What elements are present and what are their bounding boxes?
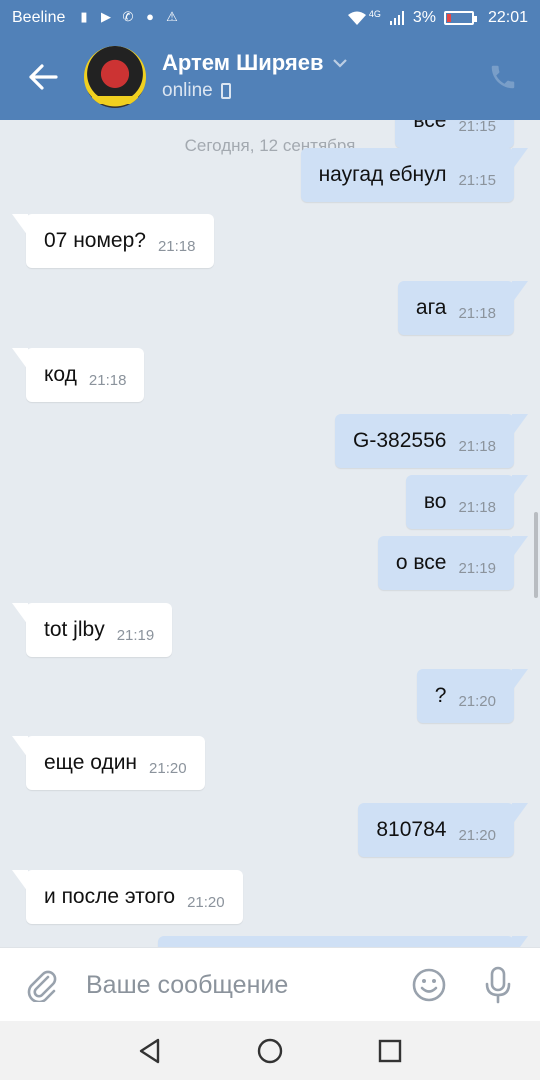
message-incoming[interactable]: код 21:18 <box>11 348 145 402</box>
message-time: 21:15 <box>458 171 496 189</box>
warning-icon: ⚠ <box>166 9 178 24</box>
message-time: 21:20 <box>458 692 496 710</box>
message-time: 21:20 <box>187 893 225 911</box>
contact-name-row[interactable]: Артем Ширяев <box>162 50 348 76</box>
message-outgoing[interactable]: ? 21:20 <box>416 669 529 723</box>
system-status: 4G 3% 22:01 <box>347 9 528 27</box>
message-time: 21:18 <box>88 371 127 389</box>
clock: 22:01 <box>487 9 528 26</box>
message-text: о все <box>395 551 447 574</box>
message-incoming[interactable]: tot jlby 21:19 <box>11 603 173 657</box>
message-text: еще один <box>44 751 138 774</box>
paperclip-icon[interactable] <box>26 968 58 1002</box>
message-list[interactable]: все 21:15 Сегодня, 12 сентября наугад еб… <box>0 120 540 947</box>
android-nav-bar <box>0 1021 540 1080</box>
message-text: 810784 <box>376 818 447 841</box>
message-outgoing[interactable]: ага 21:18 <box>397 281 529 335</box>
message-incoming[interactable]: 07 номер? 21:18 <box>12 214 214 268</box>
message-text: наугад ебнул <box>318 163 447 186</box>
chevron-down-icon <box>332 59 347 68</box>
battery-icon <box>443 11 477 25</box>
message-text: tot jlby <box>44 618 105 641</box>
message-outgoing[interactable]: G-382556 21:18 <box>335 414 528 468</box>
message-time: 21:20 <box>458 826 496 844</box>
sim-icon: ▮ <box>80 9 88 24</box>
message-time: 21:19 <box>116 626 155 644</box>
smiley-icon[interactable] <box>412 968 446 1002</box>
message-incoming[interactable]: и после этого 21:20 <box>12 870 243 924</box>
phone-icon[interactable] <box>488 62 518 92</box>
scrollbar[interactable] <box>534 512 538 598</box>
battery-percent: 3% <box>412 9 436 26</box>
viber-icon: ✆ <box>122 9 134 24</box>
top-bar: Beeline ▮ ▶ ✆ ● ⚠ 4G 3% 22:01 Артем Ширя… <box>0 0 540 120</box>
network-type: 4G <box>368 9 381 19</box>
message-outgoing[interactable]: 810784 21:20 <box>358 803 528 857</box>
message-time: 21:20 <box>149 759 187 777</box>
contact-name: Артем Ширяев <box>162 50 324 75</box>
nav-back-icon[interactable] <box>136 1037 164 1065</box>
message-text: 07 номер? <box>44 229 146 252</box>
message-outgoing-partial[interactable] <box>158 936 528 947</box>
message-time: 21:19 <box>458 559 496 577</box>
message-input[interactable] <box>86 970 386 1000</box>
message-text: ага <box>415 296 447 319</box>
carrier-label: Beeline <box>12 9 66 26</box>
message-text: G-382556 <box>353 429 447 452</box>
message-time: 21:18 <box>157 237 196 255</box>
message-composer <box>0 947 540 1021</box>
message-text: код <box>44 363 77 386</box>
message-outgoing[interactable]: наугад ебнул 21:15 <box>300 148 529 202</box>
message-outgoing[interactable]: о все 21:19 <box>377 536 529 590</box>
message-text: ? <box>434 684 447 707</box>
message-text: все <box>413 120 447 132</box>
online-status: online <box>162 80 213 101</box>
wifi-icon <box>347 11 366 25</box>
message-time: 21:18 <box>458 498 496 516</box>
mobile-icon <box>220 83 231 99</box>
status-bar: Beeline ▮ ▶ ✆ ● ⚠ 4G 3% 22:01 <box>0 0 540 36</box>
signal-icon <box>389 11 404 25</box>
nav-home-icon[interactable] <box>256 1037 284 1065</box>
contact-status: online <box>162 80 231 102</box>
message-outgoing[interactable]: во 21:18 <box>405 475 529 529</box>
youtube-icon: ▶ <box>101 9 111 24</box>
nav-recent-icon[interactable] <box>378 1039 402 1063</box>
message-time: 21:15 <box>458 120 496 135</box>
notification-icons: ▮ ▶ ✆ ● ⚠ <box>76 9 180 25</box>
message-time: 21:18 <box>458 437 496 455</box>
chat-header: Артем Ширяев online <box>0 36 540 120</box>
message-icon: ● <box>146 9 154 24</box>
message-text: во <box>423 490 447 513</box>
message-incoming[interactable]: еще один 21:20 <box>12 736 205 790</box>
avatar[interactable] <box>84 46 146 108</box>
message-text: и после этого <box>44 885 176 908</box>
arrow-left-icon[interactable] <box>28 64 58 90</box>
microphone-icon[interactable] <box>484 966 512 1004</box>
message-time: 21:18 <box>458 304 496 322</box>
